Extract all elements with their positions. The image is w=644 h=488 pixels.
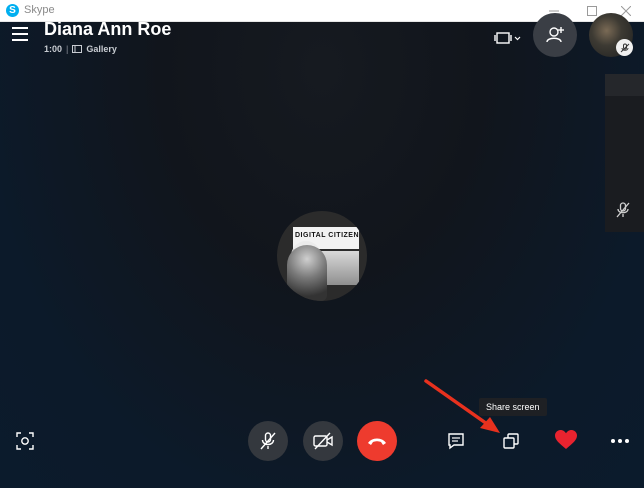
mute-mic-button[interactable] <box>248 421 288 461</box>
chat-icon <box>448 433 464 450</box>
heart-icon <box>555 430 577 449</box>
add-person-icon <box>546 27 564 43</box>
mic-off-icon <box>620 43 629 52</box>
more-options-button[interactable] <box>608 431 632 451</box>
maximize-icon <box>587 6 597 16</box>
snapshot-button[interactable] <box>14 430 36 452</box>
call-info: 1:00 | Gallery <box>44 44 117 54</box>
phone-hangup-icon <box>368 438 386 445</box>
gallery-icon <box>72 45 83 53</box>
layout-switch-icon <box>494 32 521 44</box>
end-call-button[interactable] <box>357 421 397 461</box>
video-off-icon <box>313 432 333 450</box>
camera-snapshot-icon <box>16 432 34 450</box>
self-muted-badge <box>616 39 633 56</box>
close-icon <box>621 6 631 16</box>
share-screen-button[interactable] <box>499 429 523 453</box>
avatar-banner-text: DIGITAL CITIZEN <box>295 232 360 239</box>
hamburger-icon <box>12 27 28 29</box>
contact-name: Diana Ann Roe <box>44 19 172 39</box>
layout-switch-button[interactable] <box>494 30 522 46</box>
skype-logo-icon: S <box>6 4 19 17</box>
call-duration: 1:00 <box>44 44 63 54</box>
menu-button[interactable] <box>12 27 30 41</box>
chat-button[interactable] <box>444 429 468 453</box>
toggle-video-button[interactable] <box>303 421 343 461</box>
view-mode[interactable]: Gallery <box>86 44 117 54</box>
participant-muted-indicator <box>611 198 635 222</box>
window-title: Skype <box>24 4 55 16</box>
react-button[interactable] <box>553 428 579 452</box>
contact-avatar: DIGITAL CITIZEN <box>277 211 367 301</box>
mic-off-icon <box>616 202 630 218</box>
more-options-icon <box>611 439 629 443</box>
add-participant-button[interactable] <box>533 13 577 57</box>
share-screen-icon <box>503 433 519 449</box>
mic-off-icon <box>260 432 276 450</box>
